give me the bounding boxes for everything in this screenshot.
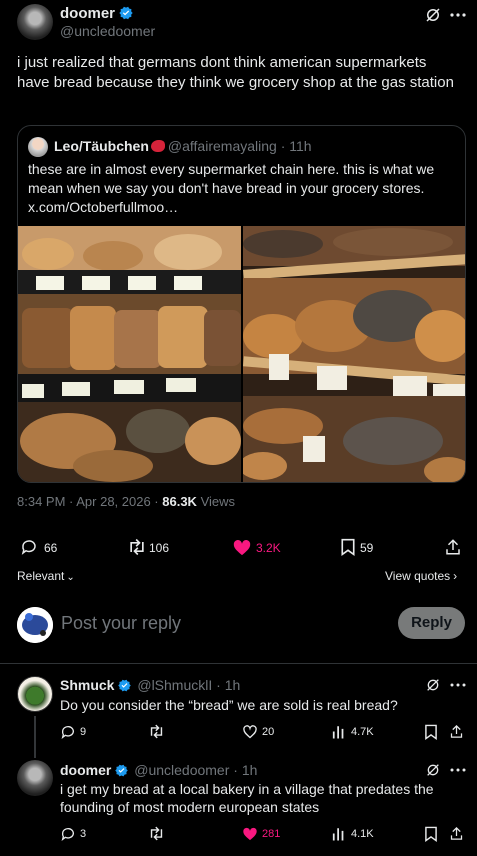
heart-filled-icon <box>233 540 251 556</box>
sort-label: Relevant <box>17 569 65 583</box>
bookmark-action[interactable] <box>424 724 438 745</box>
repost-icon <box>130 538 144 556</box>
reply-icon <box>61 726 74 739</box>
heart-icon <box>243 725 257 739</box>
reply-button[interactable]: Reply <box>398 607 465 639</box>
quote-author-handle[interactable]: @affairemayaling <box>168 138 277 154</box>
bird-emoji-icon <box>150 140 165 152</box>
repost-action[interactable] <box>148 826 165 846</box>
bookmark-count: 59 <box>360 541 374 555</box>
views-count: 86.3K <box>162 494 197 509</box>
author-avatar[interactable] <box>17 4 53 40</box>
grok-icon[interactable] <box>425 677 441 693</box>
reply-count: 9 <box>80 726 87 738</box>
reply-count: 3 <box>80 828 87 840</box>
view-quotes-label: View quotes <box>385 569 451 583</box>
share-action[interactable] <box>444 538 462 561</box>
bookmark-action[interactable] <box>424 826 438 847</box>
divider <box>0 663 477 664</box>
share-icon <box>450 826 463 840</box>
views-count: 4.7K <box>351 726 374 738</box>
reply-text: Do you consider the “bread” we are sold … <box>60 697 398 713</box>
reply-icon <box>61 828 74 841</box>
bookmark-icon <box>341 538 355 556</box>
more-options-icon[interactable] <box>450 6 466 24</box>
bookmark-icon <box>425 724 437 740</box>
reply-text: i get my bread at a local bakery in a vi… <box>60 781 434 815</box>
like-count: 3.2K <box>256 541 281 555</box>
share-action[interactable] <box>449 724 464 744</box>
view-quotes-link[interactable]: View quotes › <box>385 569 457 583</box>
verified-badge-icon <box>114 763 130 779</box>
repost-action[interactable] <box>148 724 165 744</box>
verified-badge-icon <box>118 5 134 21</box>
quote-time: · 11h <box>280 138 312 154</box>
reply-author-row[interactable]: Shmuck @lShmucklI · 1h <box>60 677 240 694</box>
current-user-avatar[interactable] <box>17 607 53 643</box>
reply-author-name[interactable]: Shmuck <box>60 677 114 693</box>
verified-badge-icon <box>117 678 133 694</box>
quote-author-avatar[interactable] <box>28 137 48 157</box>
heart-filled-icon <box>243 827 257 841</box>
reply-author-row[interactable]: doomer @uncledoomer · 1h <box>60 762 257 779</box>
author-handle[interactable]: @uncledoomer <box>60 23 155 39</box>
chevron-right-icon: › <box>453 569 458 583</box>
reply-author-avatar[interactable] <box>17 676 53 712</box>
chevron-down-icon: ⌄ <box>66 572 75 583</box>
reply-author-name[interactable]: doomer <box>60 762 111 778</box>
bookmark-icon <box>425 826 437 842</box>
reply-count: 66 <box>44 541 58 555</box>
share-icon <box>446 539 460 555</box>
bread-shelf-photo-right[interactable] <box>243 226 465 482</box>
views-count: 4.1K <box>351 828 374 840</box>
author-name-row[interactable]: doomer <box>60 5 134 22</box>
author-name[interactable]: doomer <box>60 5 115 22</box>
views-chart-icon <box>332 828 344 841</box>
share-icon <box>450 724 463 738</box>
grok-icon[interactable] <box>424 6 442 24</box>
user-avatar-graphic-icon <box>17 607 53 643</box>
views-label: Views <box>196 494 236 509</box>
quote-author-row[interactable]: Leo/Täubchen @affairemayaling · 11h <box>54 138 312 154</box>
views-chart-icon <box>332 726 344 739</box>
reply-input[interactable]: Post your reply <box>61 613 181 634</box>
thread-line <box>34 716 36 758</box>
like-count: 20 <box>262 726 275 738</box>
post-timestamp-row: 8:34 PM · Apr 28, 2026 · 86.3K Views <box>17 494 235 509</box>
bread-shelf-photo-left[interactable] <box>18 226 241 482</box>
quote-author-name[interactable]: Leo/Täubchen <box>54 138 149 154</box>
more-options-icon[interactable] <box>450 677 466 693</box>
sort-relevant-dropdown[interactable]: Relevant ⌄ <box>17 569 75 583</box>
repost-icon <box>150 724 163 739</box>
reply-author-avatar[interactable] <box>17 760 53 796</box>
grok-icon[interactable] <box>425 762 441 778</box>
repost-icon <box>150 826 163 841</box>
share-action[interactable] <box>449 826 464 846</box>
post-text: i just realized that germans dont think … <box>17 54 454 91</box>
quote-text: these are in almost every supermarket ch… <box>28 161 435 215</box>
reply-author-handle[interactable]: @uncledoomer · 1h <box>134 762 257 778</box>
repost-count: 106 <box>149 541 170 555</box>
reply-author-handle[interactable]: @lShmucklI · 1h <box>137 677 240 693</box>
more-options-icon[interactable] <box>450 762 466 778</box>
quoted-post-card[interactable]: Leo/Täubchen @affairemayaling · 11h these… <box>17 125 466 483</box>
like-count: 281 <box>262 828 281 840</box>
post-timestamp[interactable]: 8:34 PM · Apr 28, 2026 · <box>17 494 162 509</box>
reply-icon <box>21 540 36 555</box>
